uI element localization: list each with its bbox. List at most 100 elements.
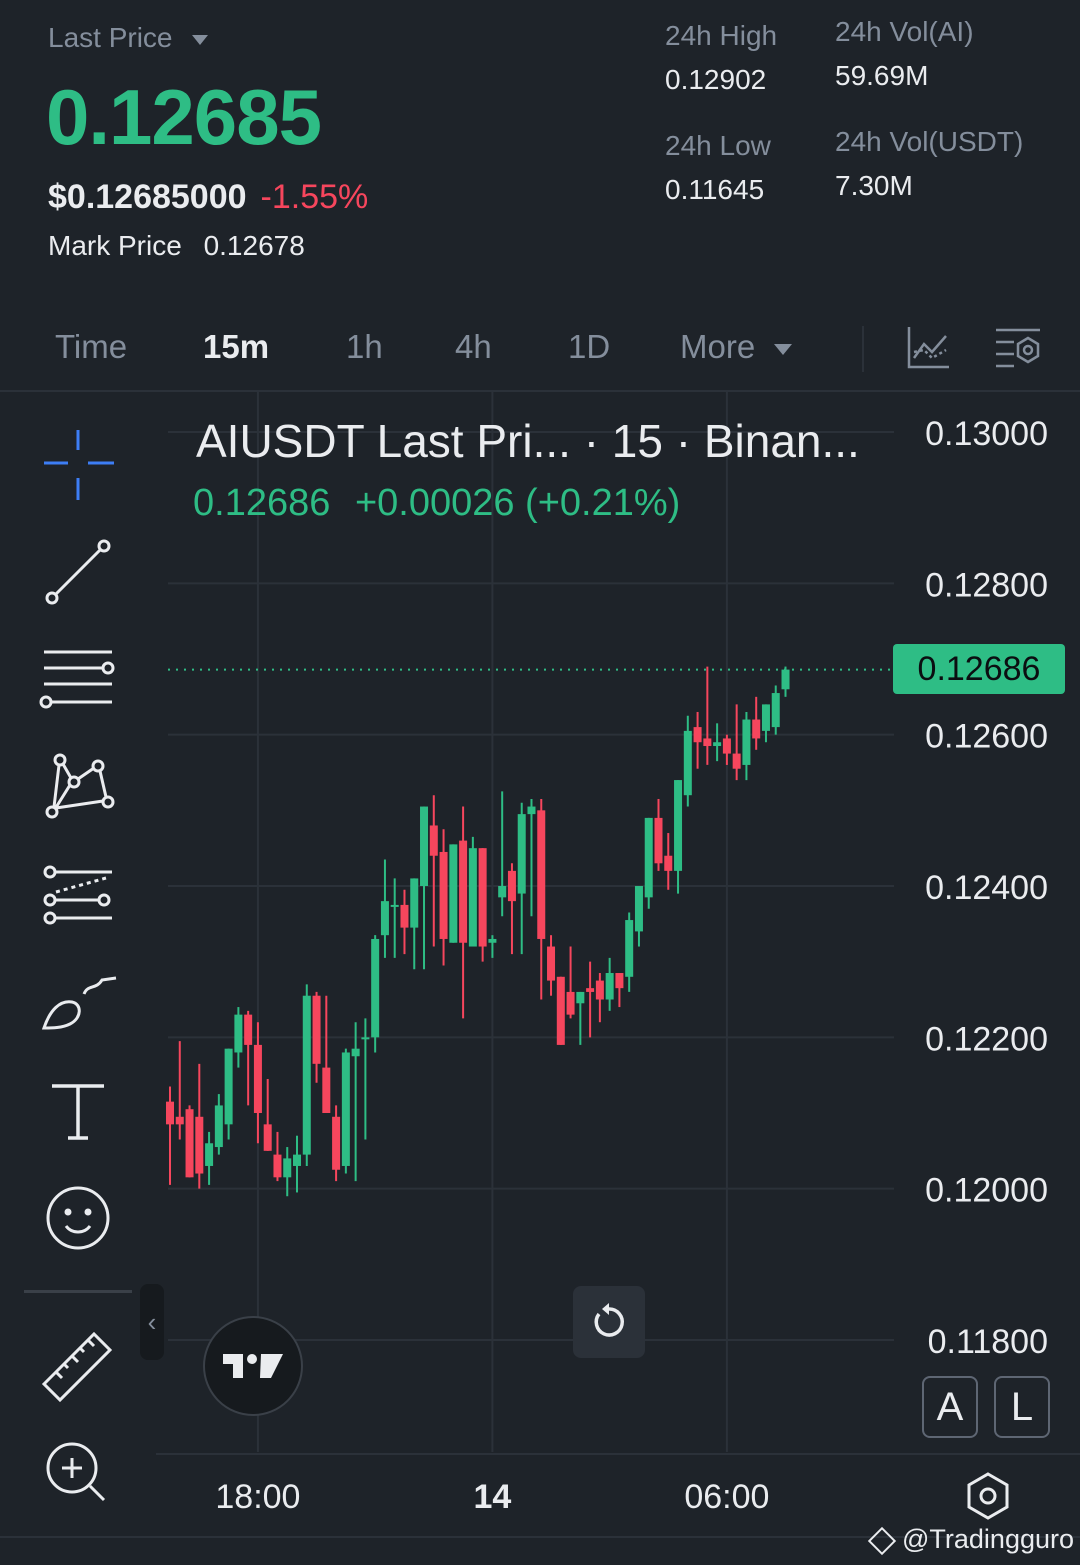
candle-body [302, 995, 311, 1155]
vol-usdt-label: 24h Vol(USDT) [835, 126, 1024, 157]
tab-15m[interactable]: 15m [203, 328, 269, 366]
candle-body [234, 1014, 243, 1053]
candle-body [244, 1014, 253, 1045]
candle-body [332, 1116, 341, 1170]
crosshair-icon [44, 430, 114, 500]
candle-body [439, 851, 448, 939]
candle-body [459, 840, 468, 943]
price-axis-label: 0.12000 [925, 1172, 1048, 1210]
candle-body [380, 901, 389, 936]
chart-settings-icon[interactable] [994, 324, 1042, 370]
candle-body [429, 825, 438, 856]
price-axis-label: 0.12600 [925, 718, 1048, 756]
brush-icon [41, 976, 117, 1030]
candle-body [547, 946, 556, 981]
candle-body [293, 1154, 302, 1166]
candle-body [351, 1048, 360, 1057]
mark-price-row: Mark Price 0.12678 [48, 230, 305, 262]
fib-icon [43, 865, 112, 925]
watermark-text: @Tradingguro [902, 1524, 1074, 1554]
tab-1h[interactable]: 1h [346, 328, 383, 366]
candle-body [185, 1109, 194, 1178]
pattern-tool[interactable] [36, 746, 120, 830]
candle-body [283, 1158, 292, 1178]
caret-down-icon [774, 343, 793, 355]
tab-4h[interactable]: 4h [455, 328, 492, 366]
trend-line-tool[interactable] [36, 532, 120, 616]
candle-body [742, 719, 751, 765]
candle-body [781, 669, 790, 690]
zoom-tool[interactable] [36, 1428, 120, 1512]
current-price-tag: 0.12686 [893, 644, 1065, 694]
ruler-tool[interactable] [36, 1322, 120, 1406]
candle-body [693, 727, 702, 743]
candle-body [322, 1067, 331, 1113]
candle-body [166, 1101, 174, 1125]
crosshair-tool[interactable] [36, 430, 120, 514]
low-value: 0.11645 [665, 174, 765, 205]
tab-time[interactable]: Time [55, 328, 127, 366]
candle-body [507, 870, 516, 902]
high-label: 24h High [665, 20, 778, 51]
candle-body [273, 1154, 282, 1178]
candle-body [341, 1052, 350, 1166]
candle-body [478, 848, 487, 947]
candle-body [390, 904, 399, 907]
change-percent: -1.55% [260, 178, 369, 216]
chart-gear-icon[interactable] [960, 1468, 1016, 1524]
indicator-chart-icon[interactable] [906, 324, 952, 370]
candle-body [312, 995, 321, 1064]
vol-ai-label: 24h Vol(AI) [835, 16, 974, 47]
usd-price: $0.12685000 [48, 178, 247, 216]
vol-ai-value: 59.69M [835, 60, 929, 91]
last-price-dropdown[interactable]: Last Price [48, 22, 209, 54]
price-axis-label: 0.12200 [925, 1020, 1048, 1058]
reset-chart-button[interactable] [573, 1286, 645, 1358]
log-scale-button[interactable]: L [994, 1376, 1050, 1438]
brush-tool[interactable] [36, 958, 120, 1042]
refresh-icon [594, 1303, 624, 1337]
candle-body [771, 693, 780, 728]
candle-body [400, 904, 409, 928]
candle-body [214, 1105, 223, 1148]
candle-body [615, 973, 624, 989]
usd-price-row: $0.12685000 -1.55% [48, 178, 368, 217]
binance-logo-icon [867, 1526, 897, 1556]
time-axis-label: 18:00 [215, 1478, 300, 1516]
candle-body [468, 848, 477, 947]
mark-price-label: Mark Price [48, 230, 182, 261]
emoji-tool[interactable] [36, 1178, 120, 1262]
candle-body [664, 855, 673, 871]
chart-symbol-title[interactable]: AIUSDT Last Pri... · 15 · Binan... [196, 414, 860, 468]
candle-body [527, 806, 536, 815]
candle-body [371, 938, 380, 1038]
candle-body [224, 1048, 233, 1125]
candle-body [722, 738, 731, 754]
collapse-toolbar-button[interactable]: ‹ [140, 1284, 164, 1360]
tab-1d[interactable]: 1D [568, 328, 610, 366]
auto-scale-button[interactable]: A [922, 1376, 978, 1438]
tradingview-logo[interactable] [203, 1316, 303, 1416]
last-price-label: Last Price [48, 22, 173, 53]
caret-down-icon [192, 34, 209, 45]
high-value: 0.12902 [665, 64, 767, 95]
time-axis-label: 06:00 [684, 1478, 769, 1516]
candle-body [713, 742, 722, 747]
price-axis-label: 0.12400 [925, 869, 1048, 907]
tab-more-label: More [680, 328, 756, 365]
last-price-value: 0.12685 [46, 73, 322, 161]
candle-body [625, 920, 634, 977]
text-icon [52, 1084, 104, 1140]
fib-tool[interactable] [36, 850, 120, 934]
tab-more[interactable]: More [680, 328, 793, 366]
candle-body [517, 814, 526, 894]
candle-body [410, 878, 419, 928]
candle-body [253, 1044, 262, 1113]
emoji-icon [46, 1186, 110, 1250]
horizontal-lines-tool[interactable] [36, 638, 120, 722]
candle-body [595, 980, 604, 1000]
candle-body [605, 973, 614, 1000]
pattern-icon [45, 753, 115, 819]
candle-body [420, 806, 429, 886]
text-tool[interactable] [36, 1070, 120, 1154]
